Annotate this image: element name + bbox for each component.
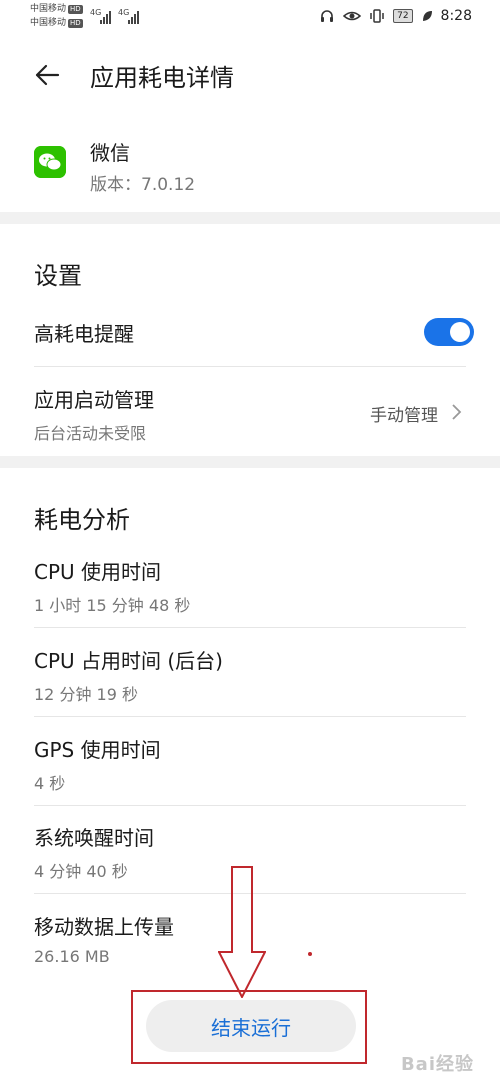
row-divider	[34, 716, 466, 717]
high-power-alert-label: 高耗电提醒	[34, 322, 134, 346]
cpu-background-time-label: CPU 占用时间 (后台)	[34, 649, 223, 673]
row-divider	[34, 805, 466, 806]
cpu-background-time-value: 12 分钟 19 秒	[34, 685, 138, 704]
settings-section-title: 设置	[34, 262, 82, 290]
annotation-highlight-box	[131, 990, 367, 1064]
signal-bars-2-icon	[128, 10, 139, 24]
signal-bars-1-icon	[100, 10, 111, 24]
startup-management-value: 手动管理	[370, 406, 438, 426]
wakeup-time-value: 4 分钟 40 秒	[34, 862, 128, 881]
row-divider	[34, 627, 466, 628]
power-saving-leaf-icon	[422, 11, 432, 21]
status-icons: 72 8:28	[319, 8, 472, 24]
battery-indicator: 72	[393, 9, 413, 23]
chevron-right-icon	[452, 404, 462, 420]
page-title: 应用耗电详情	[90, 64, 234, 92]
status-bar: 中国移动 HD 中国移动 HD 4G 4G 72 8:28	[0, 0, 500, 36]
section-divider	[0, 212, 500, 224]
mobile-data-upload-value: 26.16 MB	[34, 947, 110, 966]
back-arrow-icon[interactable]	[32, 60, 62, 90]
analysis-section-title: 耗电分析	[34, 506, 130, 534]
carrier-label-2: 中国移动 HD	[30, 18, 83, 28]
section-divider	[0, 456, 500, 468]
watermark: Bai经验	[400, 1054, 474, 1075]
vibrate-icon	[370, 9, 384, 23]
mobile-data-upload-label: 移动数据上传量	[34, 915, 174, 939]
startup-management-label: 应用启动管理	[34, 388, 154, 412]
cpu-time-label: CPU 使用时间	[34, 560, 162, 584]
clock: 8:28	[440, 8, 472, 24]
headphones-icon	[321, 10, 334, 22]
gps-time-label: GPS 使用时间	[34, 738, 161, 762]
annotation-dot	[308, 952, 312, 956]
eye-comfort-icon	[343, 11, 362, 21]
annotation-arrow-icon	[218, 866, 266, 998]
gps-time-value: 4 秒	[34, 774, 66, 793]
startup-management-sub: 后台活动未受限	[34, 424, 147, 443]
carrier-label-1: 中国移动 HD	[30, 4, 83, 14]
toggle-knob	[450, 322, 470, 342]
app-bar: 应用耗电详情	[0, 52, 500, 100]
row-divider	[34, 366, 466, 367]
app-version: 版本：7.0.12	[90, 175, 196, 195]
app-name: 微信	[90, 141, 130, 165]
wakeup-time-label: 系统唤醒时间	[34, 826, 154, 850]
wechat-icon	[34, 146, 66, 178]
high-power-alert-toggle[interactable]	[424, 318, 474, 346]
cpu-time-value: 1 小时 15 分钟 48 秒	[34, 596, 191, 615]
